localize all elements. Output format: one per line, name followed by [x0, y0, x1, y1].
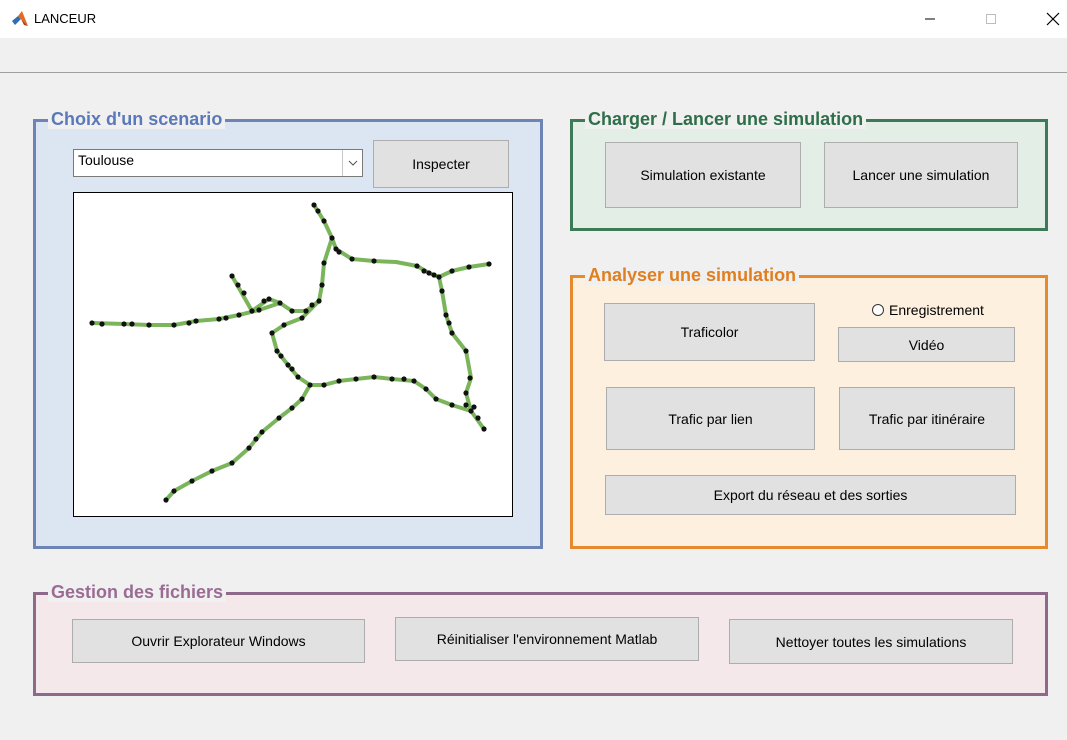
clean-simulations-button[interactable]: Nettoyer toutes les simulations [729, 619, 1013, 664]
road-network-map [89, 202, 492, 503]
maximize-icon [986, 14, 996, 24]
window-titlebar: LANCEUR [0, 0, 1067, 38]
traffic-per-route-button[interactable]: Trafic par itinéraire [839, 387, 1015, 450]
scenario-dropdown-value: Toulouse [78, 152, 135, 168]
close-icon [1046, 12, 1060, 26]
minimize-button[interactable] [907, 0, 953, 38]
scenario-panel-title: Choix d'un scenario [48, 109, 226, 129]
video-button[interactable]: Vidéo [838, 327, 1015, 362]
scenario-dropdown[interactable]: Toulouse [73, 149, 363, 177]
minimize-icon [925, 18, 935, 20]
charger-panel: Charger / Lancer une simulation Simulati… [570, 109, 1048, 231]
maximize-button[interactable] [968, 0, 1014, 38]
gestion-panel-title: Gestion des fichiers [48, 582, 227, 602]
inspect-button[interactable]: Inspecter [373, 140, 509, 188]
gestion-panel: Gestion des fichiers Ouvrir Explorateur … [33, 582, 1048, 696]
chevron-down-icon[interactable] [342, 150, 362, 176]
export-network-button[interactable]: Export du réseau et des sorties [605, 475, 1016, 515]
road-node-markers [89, 202, 492, 503]
matlab-logo-icon [12, 11, 28, 26]
analyser-panel: Analyser une simulation Traficolor Enreg… [570, 265, 1048, 549]
reset-environment-button[interactable]: Réinitialiser l'environnement Matlab [395, 617, 699, 661]
traffic-per-link-button[interactable]: Trafic par lien [606, 387, 815, 450]
scenario-panel: Choix d'un scenario Toulouse Inspecter [33, 109, 543, 549]
close-button[interactable] [1030, 0, 1067, 38]
radio-circle-icon[interactable] [872, 304, 884, 316]
analyser-panel-title: Analyser une simulation [585, 265, 800, 285]
recording-label: Enregistrement [889, 302, 984, 318]
open-explorer-button[interactable]: Ouvrir Explorateur Windows [72, 619, 365, 663]
scenario-map [73, 192, 513, 517]
charger-panel-title: Charger / Lancer une simulation [585, 109, 867, 129]
existing-simulation-button[interactable]: Simulation existante [605, 142, 801, 208]
toolbar-strip [0, 38, 1067, 73]
launch-simulation-button[interactable]: Lancer une simulation [824, 142, 1018, 208]
traficolor-button[interactable]: Traficolor [604, 303, 815, 361]
recording-radio[interactable]: Enregistrement [872, 302, 984, 318]
window-title: LANCEUR [34, 11, 97, 26]
